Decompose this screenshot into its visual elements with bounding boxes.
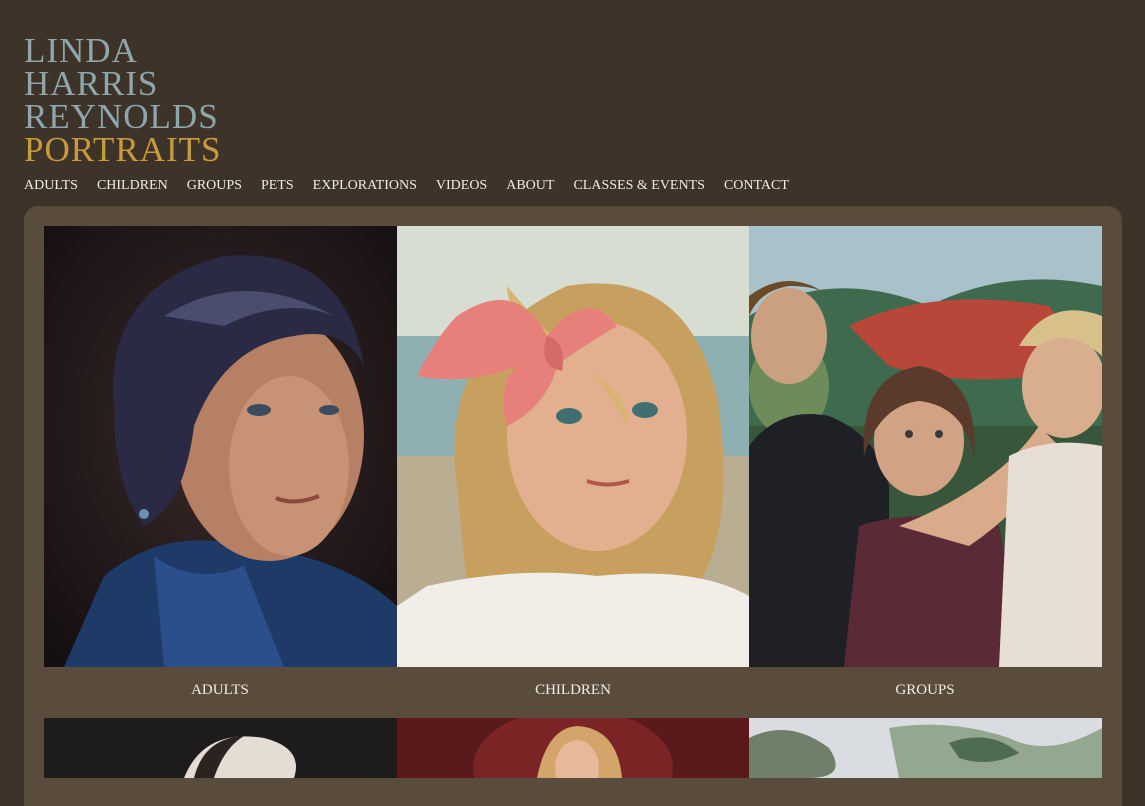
group-portrait-image bbox=[749, 226, 1102, 667]
child-portrait-image bbox=[397, 226, 749, 667]
nav-contact[interactable]: CONTACT bbox=[724, 178, 789, 194]
nav-pets[interactable]: PETS bbox=[261, 178, 294, 194]
gallery-tile-groups[interactable] bbox=[749, 226, 1102, 667]
gallery-tile-children[interactable] bbox=[397, 226, 749, 667]
logo-line-reynolds: REYNOLDS bbox=[24, 97, 219, 136]
nav-adults[interactable]: ADULTS bbox=[24, 178, 78, 194]
nav-explorations[interactable]: EXPLORATIONS bbox=[313, 178, 417, 194]
nav-groups[interactable]: GROUPS bbox=[187, 178, 242, 194]
portrait-thumb-image bbox=[397, 718, 749, 778]
gallery-tile-row2-2[interactable] bbox=[397, 718, 749, 778]
caption-adults[interactable]: ADULTS bbox=[44, 682, 396, 699]
logo-line-portraits: PORTRAITS bbox=[24, 130, 222, 169]
site-logo[interactable]: LINDA HARRIS REYNOLDS PORTRAITS bbox=[24, 31, 222, 169]
logo-line-linda: LINDA bbox=[24, 31, 138, 70]
portrait-thumb-image bbox=[44, 718, 397, 778]
nav-videos[interactable]: VIDEOS bbox=[436, 178, 487, 194]
caption-groups[interactable]: GROUPS bbox=[749, 682, 1101, 699]
gallery-panel: ADULTS CHILDREN GROUPS bbox=[24, 206, 1122, 806]
nav-children[interactable]: CHILDREN bbox=[97, 178, 168, 194]
caption-children[interactable]: CHILDREN bbox=[397, 682, 749, 699]
gallery-tile-row2-3[interactable] bbox=[749, 718, 1102, 778]
nav-about[interactable]: ABOUT bbox=[506, 178, 554, 194]
adult-portrait-image bbox=[44, 226, 397, 667]
nav-classes-events[interactable]: CLASSES & EVENTS bbox=[573, 178, 704, 194]
portrait-thumb-image bbox=[749, 718, 1102, 778]
gallery-tile-row2-1[interactable] bbox=[44, 718, 397, 778]
main-nav: ADULTS CHILDREN GROUPS PETS EXPLORATIONS… bbox=[24, 178, 808, 194]
logo-line-harris: HARRIS bbox=[24, 64, 159, 103]
gallery-tile-adults[interactable] bbox=[44, 226, 397, 667]
